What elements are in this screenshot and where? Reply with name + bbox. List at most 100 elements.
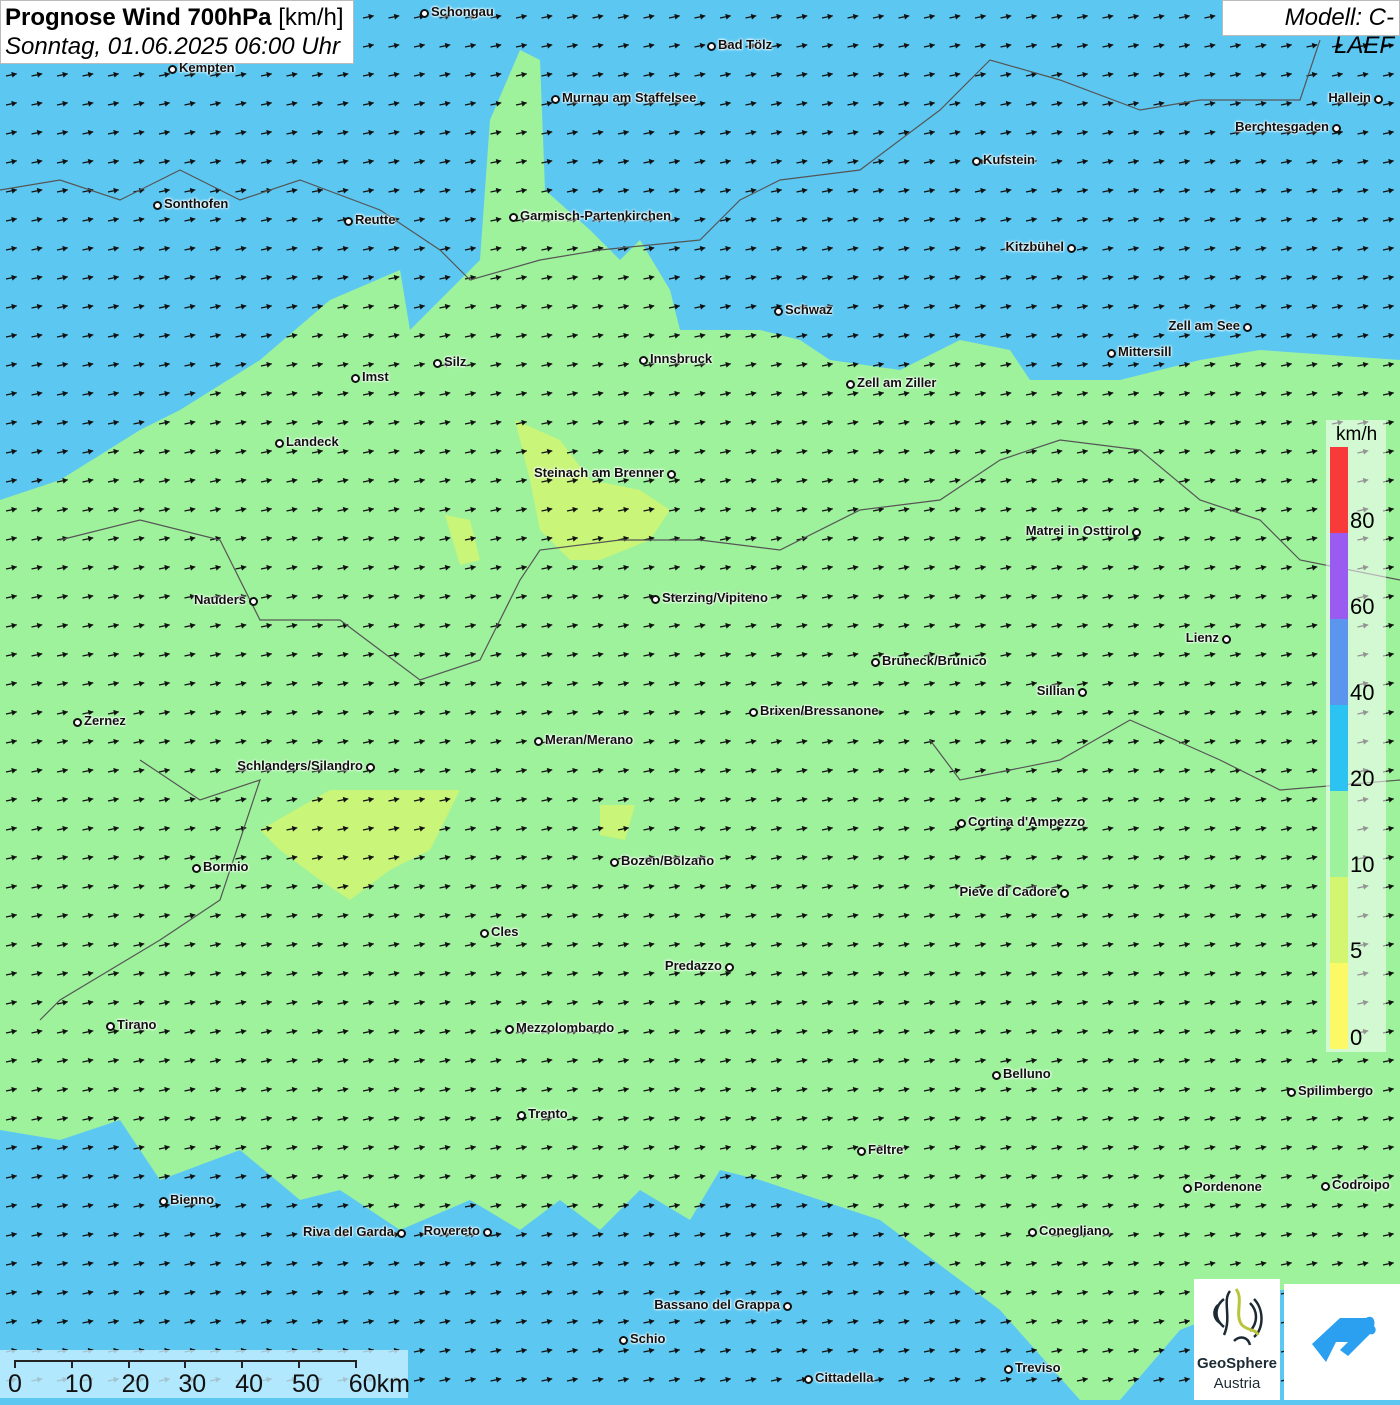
city-label: Bozen/Bolzano	[621, 853, 715, 868]
forecast-time: Sonntag, 01.06.2025 06:00 Uhr	[5, 33, 340, 60]
city-label: Brixen/Bressanone	[760, 703, 879, 718]
city-label: Schlanders/Silandro	[237, 758, 363, 773]
city-marker	[167, 64, 177, 74]
city-marker	[343, 216, 353, 226]
city-label: Lienz	[1185, 630, 1219, 645]
city-marker	[508, 212, 518, 222]
city-label: Bienno	[170, 1192, 215, 1207]
city-label: Berchtesgaden	[1235, 119, 1329, 134]
scale-tick	[298, 1360, 300, 1368]
scale-tick	[70, 1360, 73, 1368]
city-label: Zell am See	[1168, 318, 1240, 333]
city-marker	[1059, 888, 1069, 898]
legend-tick-label: 60	[1350, 594, 1375, 619]
map-title: Prognose Wind 700hPa	[5, 4, 272, 31]
city-marker	[1331, 123, 1341, 133]
city-label: Zernez	[84, 713, 126, 728]
weather-app-logo[interactable]	[1284, 1284, 1400, 1400]
city-marker	[365, 762, 375, 772]
legend-color-segment	[1330, 533, 1348, 619]
legend-color-segment	[1330, 877, 1348, 963]
city-marker	[1373, 94, 1383, 104]
city-label: Schio	[630, 1331, 666, 1346]
city-label: Imst	[362, 369, 389, 384]
city-label: Schwaz	[785, 302, 833, 317]
city-marker	[870, 657, 880, 667]
city-marker	[845, 379, 855, 389]
legend-color-segment	[1330, 705, 1348, 791]
city-label: Matrei in Osttirol	[1025, 523, 1129, 538]
mountain-cloud-icon	[1312, 1316, 1376, 1362]
city-label: Zell am Ziller	[857, 375, 937, 390]
city-label: Bormio	[203, 859, 249, 874]
scale-label: 40	[235, 1370, 263, 1398]
city-marker	[550, 94, 560, 104]
scale-label: 0	[8, 1370, 22, 1398]
city-label: Hallein	[1328, 90, 1371, 105]
city-label: Mittersill	[1118, 344, 1172, 359]
city-marker	[856, 1146, 866, 1156]
city-label: Kempten	[179, 60, 235, 75]
city-marker	[419, 8, 429, 18]
city-label: Bassano del Grappa	[654, 1297, 780, 1312]
city-marker	[396, 1228, 406, 1238]
city-marker	[991, 1070, 1001, 1080]
city-marker	[782, 1301, 792, 1311]
scale-label: 30	[178, 1370, 207, 1398]
city-label: Murnau am Staffelsee	[562, 90, 697, 105]
legend-tick-label: 80	[1350, 508, 1375, 533]
city-marker	[1077, 687, 1087, 697]
city-marker	[274, 438, 284, 448]
city-label: Cortina d'Ampezzo	[968, 814, 1086, 829]
city-marker	[1066, 243, 1076, 253]
city-label: Kufstein	[983, 152, 1035, 167]
city-marker	[1221, 634, 1231, 644]
geosphere-country: Austria	[1213, 1375, 1261, 1392]
city-label: Meran/Merano	[545, 732, 634, 747]
geosphere-logo[interactable]: GeoSphere Austria	[1194, 1279, 1280, 1400]
legend-tick-label: 40	[1350, 680, 1375, 705]
scale-label: 50	[292, 1370, 320, 1398]
city-label: Sonthofen	[164, 196, 229, 211]
city-marker	[72, 717, 82, 727]
legend-tick-label: 0	[1350, 1025, 1363, 1050]
city-label: Silz	[444, 354, 467, 369]
scale-bar: 0 10 20 30 40 50 60km	[0, 1350, 410, 1398]
city-label: Schongau	[431, 4, 494, 19]
city-marker	[706, 41, 716, 51]
city-label: Nauders	[193, 592, 246, 607]
city-marker	[650, 594, 660, 604]
legend-color-segment	[1330, 619, 1348, 705]
city-label: Treviso	[1015, 1360, 1061, 1375]
city-marker	[724, 962, 734, 972]
city-label: Pordenone	[1194, 1179, 1262, 1194]
city-label: Sillian	[1036, 683, 1075, 698]
legend-color-segment	[1330, 447, 1348, 533]
city-marker	[248, 596, 258, 606]
scale-tick	[241, 1360, 244, 1368]
city-label: Codroipo	[1332, 1177, 1390, 1192]
city-label: Mezzolombardo	[516, 1020, 615, 1035]
city-label: Feltre	[868, 1142, 904, 1157]
city-label: Cittadella	[815, 1370, 874, 1385]
scale-tick	[354, 1360, 357, 1368]
city-label: Conegliano	[1039, 1223, 1110, 1238]
city-label: Spilimbergo	[1298, 1083, 1374, 1098]
model-label: Modell: C-LAEF	[1222, 0, 1400, 59]
city-marker	[1182, 1183, 1192, 1193]
scale-label: 10	[64, 1370, 93, 1398]
city-label: Steinach am Brenner	[533, 465, 664, 480]
scale-tick	[127, 1360, 130, 1368]
city-marker	[482, 1227, 492, 1237]
city-marker	[609, 857, 619, 867]
color-legend: km/h 80 60 40 20 10 5 0	[1326, 420, 1386, 1052]
city-marker	[1131, 527, 1141, 537]
city-marker	[638, 355, 648, 365]
legend-tick-label: 5	[1350, 938, 1363, 963]
city-marker	[1242, 322, 1252, 332]
city-label: Trento	[528, 1106, 568, 1121]
city-label: Rovereto	[423, 1223, 480, 1238]
city-marker	[1286, 1087, 1296, 1097]
city-label: Tirano	[117, 1017, 157, 1032]
city-marker	[1106, 348, 1116, 358]
